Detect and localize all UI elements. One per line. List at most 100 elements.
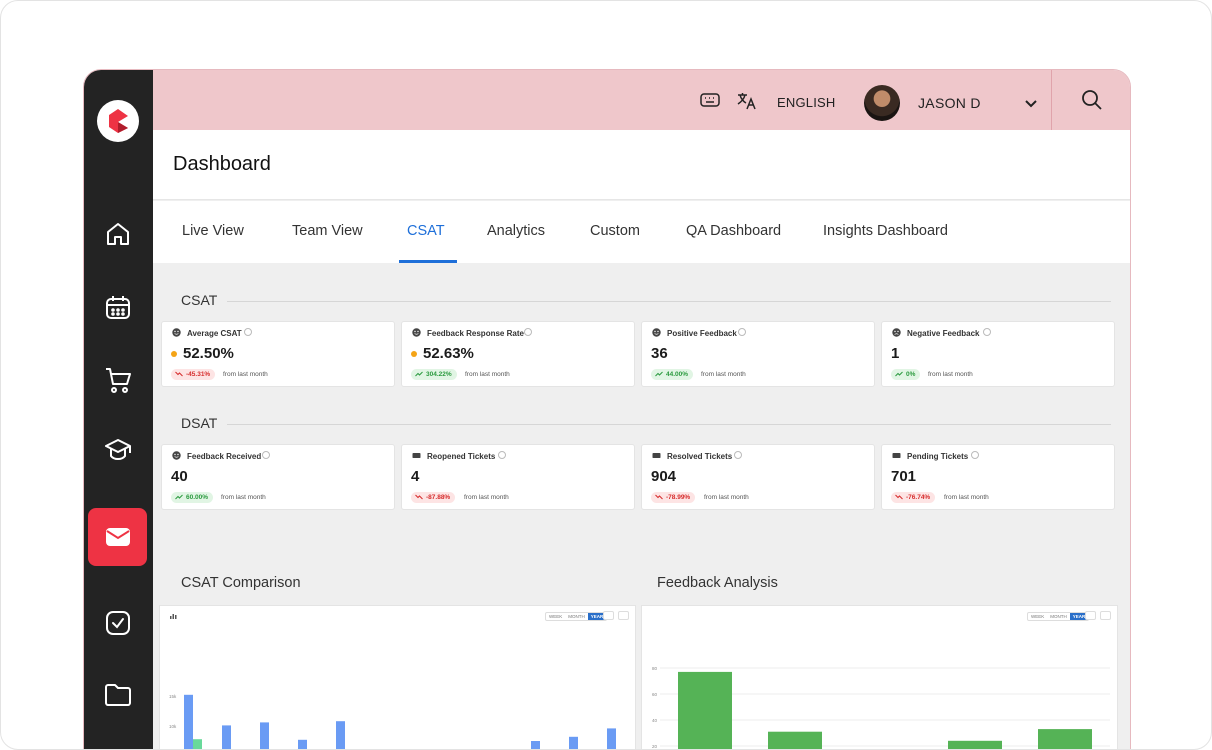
- change-badge: 0%: [891, 369, 921, 380]
- language-selector[interactable]: ENGLISH: [777, 95, 835, 110]
- info-icon[interactable]: [244, 328, 252, 336]
- csat-comparison-chart: WEEK MONTH YEAR 15k10k5k: [159, 605, 636, 749]
- search-icon[interactable]: [1081, 89, 1103, 116]
- feedback-analysis-chart: WEEK MONTH YEAR 80 60 40 20: [641, 605, 1118, 749]
- bar: [1038, 729, 1092, 749]
- kpi-card-feedback-received: Feedback Received 40 60.00% from last mo…: [161, 444, 395, 510]
- tab-bar: Live View Team View CSAT Analytics Custo…: [153, 201, 1130, 263]
- user-name[interactable]: JASON D: [918, 95, 981, 111]
- ticket-icon: [652, 453, 661, 458]
- change-badge: 44.00%: [651, 369, 694, 380]
- card-value: 4: [411, 468, 420, 485]
- task-check-icon[interactable]: [88, 594, 147, 652]
- info-icon[interactable]: [498, 451, 506, 459]
- kpi-card-average-csat: Average CSAT 52.50% -45.31% from last mo…: [161, 321, 395, 387]
- change-badge: -45.31%: [171, 369, 216, 380]
- kpi-card-pending-tickets: Pending Tickets 701 -76.74% from last mo…: [881, 444, 1115, 510]
- trend-up-icon: [415, 371, 423, 377]
- cart-icon[interactable]: [88, 351, 147, 409]
- status-dot: [411, 351, 417, 357]
- change-value: 0%: [906, 371, 916, 378]
- graduation-cap-icon[interactable]: [88, 421, 147, 479]
- y-tick-label: 10k: [169, 724, 177, 729]
- change-value: -76.74%: [906, 494, 931, 501]
- tab-custom[interactable]: Custom: [590, 223, 640, 239]
- change-badge: -78.99%: [651, 492, 696, 503]
- change-value: -78.99%: [666, 494, 691, 501]
- y-tick-label: 80: [652, 666, 658, 671]
- change-note: from last month: [221, 494, 266, 501]
- tab-qa-dashboard[interactable]: QA Dashboard: [686, 223, 781, 239]
- top-bar: ENGLISH JASON D: [153, 70, 1130, 130]
- bar: [678, 671, 732, 749]
- change-note: from last month: [465, 371, 510, 378]
- card-value: 1: [891, 345, 900, 362]
- smiley-icon: [172, 328, 181, 337]
- chevron-down-icon[interactable]: [1024, 96, 1038, 114]
- divider: [1051, 70, 1052, 130]
- ticket-icon: [892, 453, 901, 458]
- info-icon[interactable]: [738, 328, 746, 336]
- card-title: Average CSAT: [187, 329, 242, 338]
- mail-icon[interactable]: [88, 508, 147, 566]
- change-value: -87.88%: [426, 494, 451, 501]
- trend-up-icon: [895, 371, 903, 377]
- card-value: 904: [651, 468, 677, 485]
- tab-analytics[interactable]: Analytics: [487, 223, 545, 239]
- bar-series-b: [193, 739, 202, 749]
- card-title: Feedback Response Rate: [427, 329, 524, 338]
- tab-insights-dashboard[interactable]: Insights Dashboard: [823, 223, 948, 239]
- feedback-analysis-plot: 80 60 40 20: [652, 666, 1110, 749]
- info-icon[interactable]: [983, 328, 991, 336]
- info-icon[interactable]: [734, 451, 742, 459]
- change-value: -45.31%: [186, 371, 211, 378]
- bar-series-a: [222, 725, 231, 749]
- bar: [948, 740, 1002, 749]
- card-value: 36: [651, 345, 668, 362]
- trend-up-icon: [175, 494, 183, 500]
- translate-icon[interactable]: [737, 92, 757, 115]
- smiley-icon: [412, 328, 421, 337]
- card-value: 52.63%: [423, 345, 474, 362]
- info-icon[interactable]: [971, 451, 979, 459]
- trend-up-icon: [655, 371, 663, 377]
- calendar-icon[interactable]: [88, 278, 147, 336]
- card-title: Pending Tickets: [907, 452, 969, 461]
- card-value: 40: [171, 468, 188, 485]
- folder-icon[interactable]: [88, 666, 147, 724]
- csat-comparison-title: CSAT Comparison: [181, 575, 301, 591]
- kpi-card-resolved-tickets: Resolved Tickets 904 -78.99% from last m…: [641, 444, 875, 510]
- active-tab-indicator: [399, 260, 457, 263]
- change-badge: -76.74%: [891, 492, 936, 503]
- section-divider: [227, 301, 1111, 302]
- change-value: 60.00%: [186, 494, 209, 501]
- kpi-card-negative-feedback: Negative Feedback 1 0% from last month: [881, 321, 1115, 387]
- avatar[interactable]: [864, 85, 900, 121]
- tab-team-view[interactable]: Team View: [292, 223, 363, 239]
- brand-logo[interactable]: [97, 100, 139, 142]
- y-tick-label: 15k: [169, 694, 177, 699]
- csat-section-title: CSAT: [181, 292, 218, 308]
- kpi-card-reopened-tickets: Reopened Tickets 4 -87.88% from last mon…: [401, 444, 635, 510]
- change-value: 304.22%: [426, 371, 452, 378]
- card-title: Resolved Tickets: [667, 452, 733, 461]
- tab-live-view[interactable]: Live View: [182, 223, 244, 239]
- card-title: Reopened Tickets: [427, 452, 496, 461]
- smiley-icon: [652, 328, 661, 337]
- bar-series-a: [336, 721, 345, 749]
- tab-csat[interactable]: CSAT: [407, 223, 445, 239]
- change-note: from last month: [928, 371, 973, 378]
- bar-series-a: [569, 736, 578, 749]
- smiley-icon: [172, 451, 181, 460]
- info-icon[interactable]: [524, 328, 532, 336]
- page-title: Dashboard: [173, 153, 271, 175]
- card-title: Positive Feedback: [667, 329, 737, 338]
- status-dot: [171, 351, 177, 357]
- keyboard-icon[interactable]: [700, 92, 720, 113]
- home-icon[interactable]: [88, 205, 147, 263]
- kpi-card-feedback-response-rate: Feedback Response Rate 52.63% 304.22% fr…: [401, 321, 635, 387]
- card-value: 701: [891, 468, 917, 485]
- info-icon[interactable]: [262, 451, 270, 459]
- dsat-section-title: DSAT: [181, 415, 218, 431]
- bar-series-a: [531, 741, 540, 749]
